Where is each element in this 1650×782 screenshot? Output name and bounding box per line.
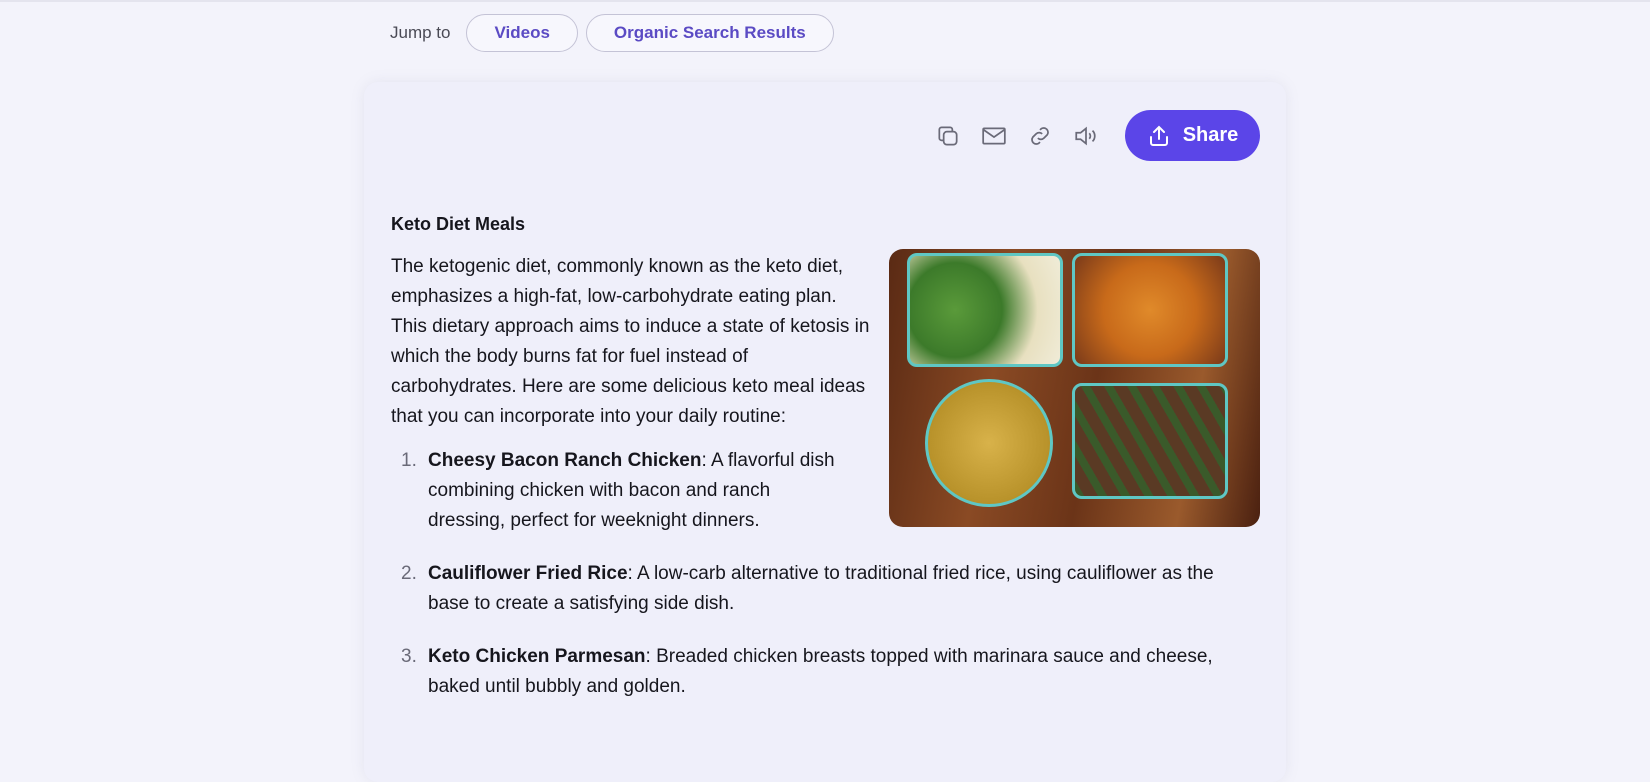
item-name: Cauliflower Fried Rice (428, 563, 628, 584)
share-label: Share (1182, 124, 1239, 146)
answer-card: Share Keto Diet Meals The ketogenic diet… (364, 82, 1286, 782)
jump-to-label: Jump to (390, 23, 451, 42)
article-intro: The ketogenic diet, commonly known as th… (391, 256, 870, 427)
jump-to-bar: Jump to Videos Organic Search Results (390, 14, 834, 52)
list-item: 2. Cauliflower Fried Rice: A low-carb al… (391, 559, 1251, 619)
copy-icon[interactable] (935, 123, 961, 149)
speaker-icon[interactable] (1073, 123, 1099, 149)
jump-videos-link[interactable]: Videos (466, 14, 578, 52)
upload-icon (1149, 125, 1168, 146)
article-title: Keto Diet Meals (391, 214, 526, 234)
list-number: 2. (401, 563, 417, 584)
top-divider (0, 0, 1650, 2)
list-item: 3. Keto Chicken Parmesan: Breaded chicke… (391, 642, 1251, 702)
toolbar: Share (935, 110, 1260, 161)
link-icon[interactable] (1027, 123, 1053, 149)
jump-organic-results-link[interactable]: Organic Search Results (585, 14, 834, 52)
share-button[interactable]: Share (1125, 110, 1260, 161)
meal-list: 1. Cheesy Bacon Ranch Chicken: A flavorf… (391, 446, 1251, 725)
list-number: 1. (401, 450, 417, 471)
list-item: 1. Cheesy Bacon Ranch Chicken: A flavorf… (391, 446, 1251, 536)
list-number: 3. (401, 646, 417, 667)
mail-icon[interactable] (981, 123, 1007, 149)
item-name: Cheesy Bacon Ranch Chicken (428, 450, 702, 471)
item-name: Keto Chicken Parmesan (428, 646, 646, 667)
